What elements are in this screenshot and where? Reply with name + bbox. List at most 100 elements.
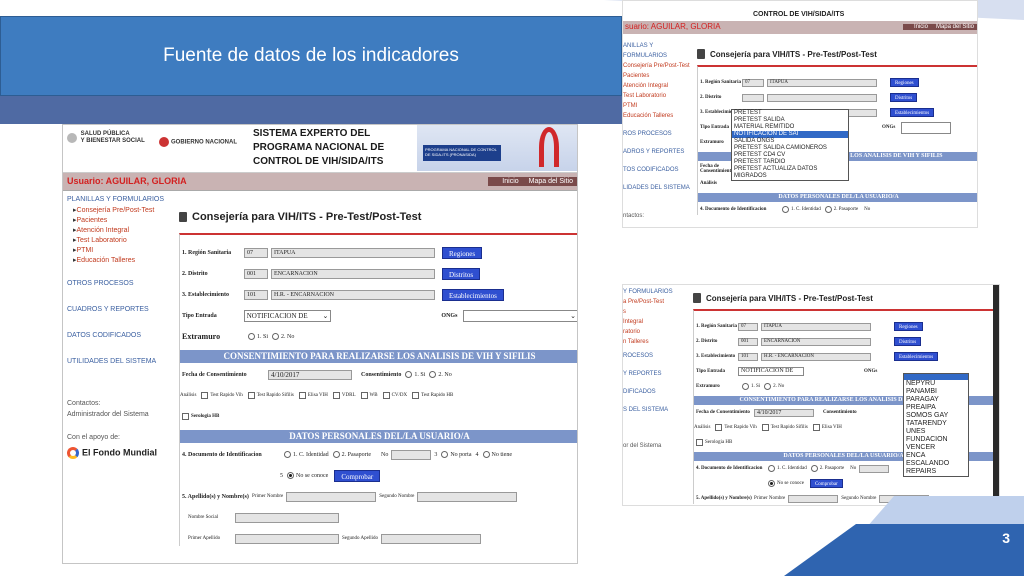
dropdown-option[interactable]: PRETEST SALIDA bbox=[732, 117, 848, 124]
dropdown-option[interactable]: PARAGAY bbox=[904, 396, 968, 404]
sidebar-group[interactable]: TOS CODIFICADOS bbox=[623, 165, 693, 175]
sidebar-item[interactable]: PTMI bbox=[623, 101, 693, 111]
comprobar-button[interactable]: Comprobar bbox=[809, 479, 843, 488]
distrito-name-input[interactable]: ENCARNACION bbox=[271, 268, 435, 279]
nav-inicio[interactable]: Inicio bbox=[914, 24, 928, 30]
distrito-code-input[interactable]: 001 bbox=[244, 268, 268, 279]
serologia-checkbox[interactable] bbox=[696, 439, 703, 446]
dropdown-option[interactable]: PRETEST SALIDA CAMIONEROS bbox=[732, 145, 848, 152]
dropdown-option[interactable]: ENCA bbox=[904, 452, 968, 460]
dropdown-option[interactable]: ESCALANDO bbox=[904, 460, 968, 468]
distrito-name-input[interactable]: ENCARNACION bbox=[761, 337, 871, 346]
regiones-button[interactable]: Regiones bbox=[890, 78, 919, 87]
region-name-input[interactable]: ITAPUA bbox=[767, 78, 877, 87]
distrito-code-input[interactable]: 001 bbox=[738, 337, 758, 346]
dropdown-option-selected[interactable]: NOTIFICACION DE SAI bbox=[732, 131, 848, 138]
nav-mapa[interactable]: Mapa del Sitio bbox=[936, 24, 974, 30]
sidebar-group[interactable]: Y FORMULARIOS bbox=[623, 287, 691, 297]
primer-nombre-input[interactable] bbox=[286, 491, 377, 502]
sidebar-group[interactable]: ROCESOS bbox=[623, 351, 691, 361]
distritos-button[interactable]: Distritos bbox=[894, 337, 922, 346]
dropdown-option[interactable]: SOMOS GAY bbox=[904, 412, 968, 420]
estab-code-input[interactable]: 101 bbox=[738, 352, 758, 361]
dropdown-option[interactable]: FUNDACION VENCER bbox=[904, 436, 968, 452]
sidebar-item[interactable]: Pacientes bbox=[623, 71, 693, 81]
dropdown-option[interactable]: PRETEST TARDIO bbox=[732, 159, 848, 166]
tipo-entrada-select[interactable]: NOTIFICACION DE bbox=[738, 367, 804, 376]
regiones-button[interactable]: Regiones bbox=[442, 246, 483, 259]
doc-ci-radio[interactable] bbox=[782, 206, 789, 213]
comprobar-button[interactable]: Comprobar bbox=[334, 469, 381, 482]
scrollbar[interactable] bbox=[993, 285, 999, 505]
sidebar-item-atencion[interactable]: Atención Integral bbox=[73, 226, 173, 236]
sidebar-item-educacion[interactable]: Educación Talleres bbox=[73, 256, 173, 266]
dropdown-option[interactable]: PRETEST ACTUALIZA DATOS MIGRADOS bbox=[732, 166, 848, 180]
doc-no-se-conoce-radio[interactable] bbox=[768, 480, 775, 487]
doc-ci-radio[interactable] bbox=[284, 451, 291, 458]
elisa-checkbox[interactable] bbox=[298, 392, 306, 399]
sidebar-group-otros[interactable]: OTROS PROCESOS bbox=[67, 276, 173, 290]
ongs-select[interactable]: ⌄ bbox=[463, 309, 577, 322]
primer-nombre-input[interactable] bbox=[788, 494, 839, 503]
sidebar-group[interactable]: DIFICADOS bbox=[623, 387, 691, 397]
nav-mapa[interactable]: Mapa del Sitio bbox=[529, 178, 573, 185]
distritos-button[interactable]: Distritos bbox=[890, 93, 918, 102]
cvdx-checkbox[interactable] bbox=[382, 392, 390, 399]
region-code-input[interactable]: 07 bbox=[244, 247, 268, 258]
fecha-input[interactable]: 4/10/2017 bbox=[268, 369, 352, 380]
sidebar-item[interactable]: Atención Integral bbox=[623, 81, 693, 91]
sidebar-group[interactable]: Y REPORTES bbox=[623, 369, 691, 379]
estab-code-input[interactable]: 101 bbox=[244, 289, 268, 300]
fecha-input[interactable]: 4/10/2017 bbox=[754, 408, 814, 417]
extramuro-no-radio[interactable] bbox=[272, 333, 280, 340]
extramuro-si-radio[interactable] bbox=[248, 333, 255, 340]
sidebar-group[interactable]: ROS PROCESOS bbox=[623, 129, 693, 139]
test-hb-checkbox[interactable] bbox=[412, 392, 420, 399]
estab-name-input[interactable]: H.R. - ENCARNACION bbox=[271, 289, 435, 300]
sidebar-item[interactable]: n Talleres bbox=[623, 337, 691, 347]
doc-no-se-conoce-radio[interactable] bbox=[287, 472, 294, 479]
test-vih-checkbox[interactable] bbox=[201, 392, 209, 399]
primer-apellido-input[interactable] bbox=[235, 533, 339, 544]
sidebar-group[interactable]: LIDADES DEL SISTEMA bbox=[623, 183, 693, 193]
regiones-button[interactable]: Regiones bbox=[894, 322, 923, 331]
vdrl-checkbox[interactable] bbox=[332, 392, 340, 399]
estab-name-input[interactable]: H.R. - ENCARNACION bbox=[761, 352, 871, 361]
establecimientos-button[interactable]: Establecimientos bbox=[890, 108, 935, 117]
segundo-nombre-input[interactable] bbox=[417, 491, 518, 502]
doc-pasaporte-radio[interactable] bbox=[332, 451, 340, 458]
nav-inicio[interactable]: Inicio bbox=[502, 178, 518, 185]
dropdown-option[interactable]: MATERIAL REMITIDO bbox=[732, 124, 848, 131]
doc-pasaporte-radio[interactable] bbox=[810, 465, 818, 472]
doc-pasaporte-radio[interactable] bbox=[824, 206, 832, 213]
dropdown-option[interactable]: PRETEST CD4 CV bbox=[732, 152, 848, 159]
region-name-input[interactable]: ITAPUA bbox=[761, 322, 871, 331]
region-code-input[interactable]: 07 bbox=[742, 78, 764, 87]
region-code-input[interactable]: 07 bbox=[738, 322, 758, 331]
test-sifilis-checkbox[interactable] bbox=[761, 424, 769, 431]
sidebar-group-utilidades[interactable]: UTILIDADES DEL SISTEMA bbox=[67, 354, 173, 368]
elisa-checkbox[interactable] bbox=[812, 424, 820, 431]
establecimientos-button[interactable]: Establecimientos bbox=[894, 352, 939, 361]
sidebar-item[interactable]: Consejería Pre/Post-Test bbox=[623, 61, 693, 71]
distrito-name-input[interactable] bbox=[767, 93, 877, 102]
doc-number-input[interactable] bbox=[859, 464, 890, 473]
sidebar-item[interactable]: Test Laboratorio bbox=[623, 91, 693, 101]
dropdown-option[interactable]: TATARENDY bbox=[904, 420, 968, 428]
sidebar-group-cuadros[interactable]: CUADROS Y REPORTES bbox=[67, 302, 173, 316]
extramuro-si-radio[interactable] bbox=[742, 383, 749, 390]
dropdown-option[interactable]: PRETEST bbox=[732, 110, 848, 117]
ongs-select[interactable] bbox=[901, 121, 952, 134]
dropdown-option[interactable]: PANAMBI bbox=[904, 388, 968, 396]
sidebar-item[interactable]: Educación Talleres bbox=[623, 111, 693, 121]
doc-no-porta-radio[interactable] bbox=[441, 451, 449, 458]
sidebar-item-ptmi[interactable]: PTMI bbox=[73, 246, 173, 256]
sidebar-item-consejeria[interactable]: Consejería Pre/Post-Test bbox=[73, 206, 173, 216]
sidebar-item-pacientes[interactable]: Pacientes bbox=[73, 216, 173, 226]
sidebar-group-planillas[interactable]: PLANILLAS Y FORMULARIOS bbox=[67, 192, 173, 206]
serologia-checkbox[interactable] bbox=[182, 413, 189, 420]
tipo-entrada-dropdown[interactable]: PRETEST PRETEST SALIDA MATERIAL REMITIDO… bbox=[731, 109, 849, 181]
region-name-input[interactable]: ITAPUA bbox=[271, 247, 435, 258]
sidebar-item[interactable]: Integral bbox=[623, 317, 691, 327]
dropdown-option[interactable]: SALIDA ONGS bbox=[732, 138, 848, 145]
